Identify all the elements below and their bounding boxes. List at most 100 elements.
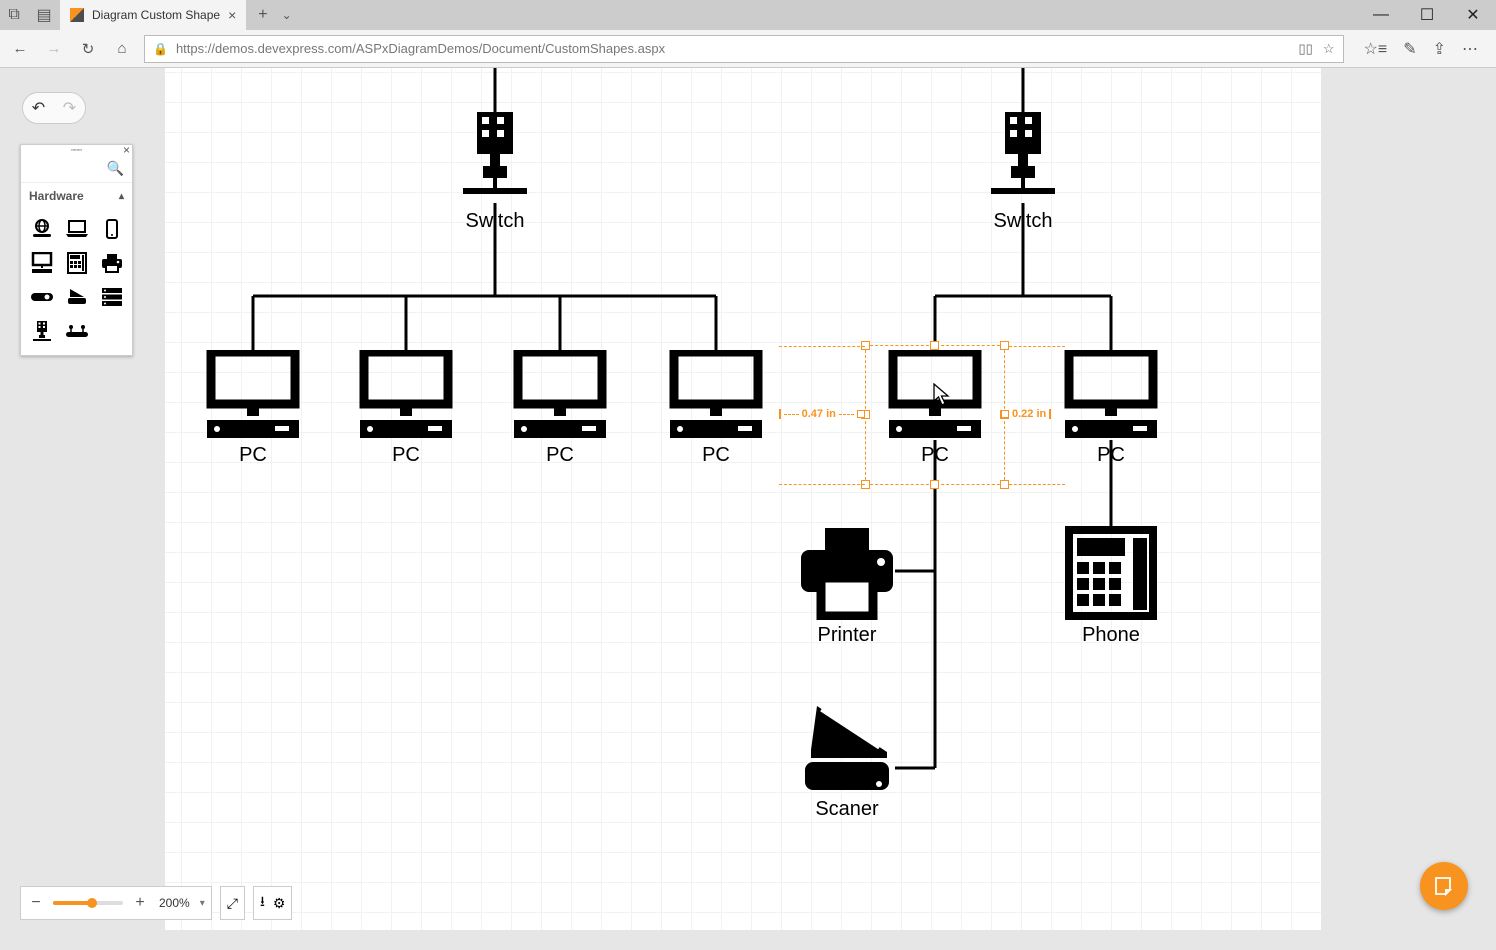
switch-icon [991, 110, 1055, 206]
node-pc-4[interactable]: PC [668, 350, 764, 467]
reading-view-icon[interactable]: ▯▯ [1299, 41, 1313, 57]
node-pc-3[interactable]: PC [512, 350, 608, 467]
diagram-canvas[interactable]: Switch Switch PC PC PC PC PC [165, 68, 1321, 930]
close-button[interactable]: ✕ [1450, 0, 1496, 30]
shape-phone-icon[interactable] [62, 251, 91, 275]
node-label: Switch [991, 210, 1055, 233]
shape-laptop-icon[interactable] [62, 217, 91, 241]
pc-icon [1063, 350, 1159, 440]
node-label: PC [668, 444, 764, 467]
shape-pc-icon[interactable] [27, 251, 56, 275]
favorite-icon[interactable]: ☆ [1323, 41, 1335, 57]
note-icon [1433, 875, 1455, 897]
node-label: Switch [463, 210, 527, 233]
selection-handle[interactable] [1000, 480, 1009, 489]
share-icon[interactable]: ⇪ [1433, 39, 1446, 59]
browser-tab[interactable]: Diagram Custom Shape × [60, 0, 246, 30]
redo-button[interactable]: ↷ [54, 93, 85, 123]
minimize-button[interactable]: — [1358, 0, 1404, 30]
node-label: Printer [799, 624, 895, 647]
forward-button[interactable]: → [42, 37, 66, 61]
tab-close-icon[interactable]: × [228, 7, 236, 23]
node-pc-1[interactable]: PC [205, 350, 301, 467]
settings-button[interactable]: ⚙ [273, 895, 286, 912]
search-icon: 🔍 [107, 160, 124, 177]
feedback-fab[interactable] [1420, 862, 1468, 910]
phone-icon [1065, 526, 1157, 620]
address-bar[interactable]: 🔒 https://demos.devexpress.com/ASPxDiagr… [144, 35, 1344, 63]
guide-line [1009, 346, 1065, 347]
node-pc-6[interactable]: PC [1063, 350, 1159, 467]
collapse-icon: ▴ [119, 191, 124, 202]
tab-aside-icons[interactable]: ⧉▤ [0, 0, 60, 30]
undo-button[interactable]: ↶ [23, 93, 54, 123]
node-switch-2[interactable]: Switch [991, 110, 1055, 233]
browser-toolbar: ← → ↻ ⌂ 🔒 https://demos.devexpress.com/A… [0, 30, 1496, 68]
shape-projector-icon[interactable] [27, 285, 56, 309]
node-scanner[interactable]: Scaner [799, 702, 895, 821]
toolbox-shapes [21, 209, 132, 355]
shape-router-icon[interactable] [62, 319, 91, 343]
node-label: PC [205, 444, 301, 467]
node-label: PC [358, 444, 454, 467]
selection-handle[interactable] [930, 341, 939, 350]
url-text: https://demos.devexpress.com/ASPxDiagram… [176, 41, 665, 56]
measurement-label: 0.22 in [1012, 408, 1046, 420]
pc-icon [668, 350, 764, 440]
selection-box[interactable] [865, 345, 1005, 485]
home-button[interactable]: ⌂ [110, 37, 134, 61]
node-switch-1[interactable]: Switch [463, 110, 527, 233]
tab-favicon [70, 8, 84, 22]
tab-actions: + ⌄ [246, 0, 291, 30]
zoom-out-button[interactable]: − [27, 894, 45, 912]
window-controls: — ☐ ✕ [1358, 0, 1496, 30]
zoom-in-button[interactable]: + [131, 894, 149, 912]
node-phone[interactable]: Phone [1065, 526, 1157, 647]
view-tools: ⭳ ⚙ [253, 886, 292, 920]
shape-toolbox: ┉┉ × 🔍 Hardware ▴ [20, 144, 133, 356]
node-pc-2[interactable]: PC [358, 350, 454, 467]
undo-redo-group: ↶ ↷ [22, 92, 86, 124]
more-icon[interactable]: ⋯ [1462, 39, 1478, 59]
back-button[interactable]: ← [8, 37, 32, 61]
shape-server-icon[interactable] [97, 285, 126, 309]
node-label: PC [1063, 444, 1159, 467]
refresh-button[interactable]: ↻ [76, 37, 100, 61]
selection-handle[interactable] [930, 480, 939, 489]
new-tab-icon[interactable]: + [258, 6, 267, 24]
node-printer[interactable]: Printer [799, 526, 895, 647]
maximize-button[interactable]: ☐ [1404, 0, 1450, 30]
diagram-connectors [165, 68, 1321, 930]
guide-line [779, 484, 865, 485]
measurement-left: 0.47 in [779, 408, 865, 420]
shape-switch-icon[interactable] [27, 319, 56, 343]
browser-titlebar: ⧉▤ Diagram Custom Shape × + ⌄ — ☐ ✕ [0, 0, 1496, 30]
toolbox-category-header[interactable]: Hardware ▴ [21, 183, 132, 209]
fullscreen-button[interactable]: ⤢ [220, 886, 245, 920]
shape-scanner-icon[interactable] [62, 285, 91, 309]
favorites-hub-icon[interactable]: ☆≡ [1364, 39, 1388, 59]
category-label: Hardware [29, 189, 84, 203]
pc-icon [358, 350, 454, 440]
shape-mobile-icon[interactable] [97, 217, 126, 241]
scanner-icon [799, 702, 895, 794]
toolbox-close-icon[interactable]: × [123, 143, 130, 157]
zoom-dropdown-icon[interactable]: ▾ [200, 898, 205, 909]
pc-icon [205, 350, 301, 440]
export-button[interactable]: ⭳ [260, 891, 265, 915]
selection-handle[interactable] [1000, 341, 1009, 350]
measurement-label: 0.47 in [802, 408, 836, 420]
toolbox-drag-handle[interactable]: ┉┉ × [21, 145, 132, 155]
shape-internet-icon[interactable] [27, 217, 56, 241]
node-label: Phone [1065, 624, 1157, 647]
printer-icon [799, 526, 895, 620]
lock-icon: 🔒 [153, 42, 168, 56]
app-content: ↶ ↷ ┉┉ × 🔍 Hardware ▴ [0, 68, 1496, 950]
toolbox-search[interactable]: 🔍 [21, 155, 132, 183]
shape-printer-icon[interactable] [97, 251, 126, 275]
zoom-slider[interactable] [53, 901, 123, 905]
notes-icon[interactable]: ✎ [1403, 39, 1416, 59]
tabs-dropdown-icon[interactable]: ⌄ [282, 8, 292, 22]
switch-icon [463, 110, 527, 206]
tab-title: Diagram Custom Shape [92, 8, 220, 22]
